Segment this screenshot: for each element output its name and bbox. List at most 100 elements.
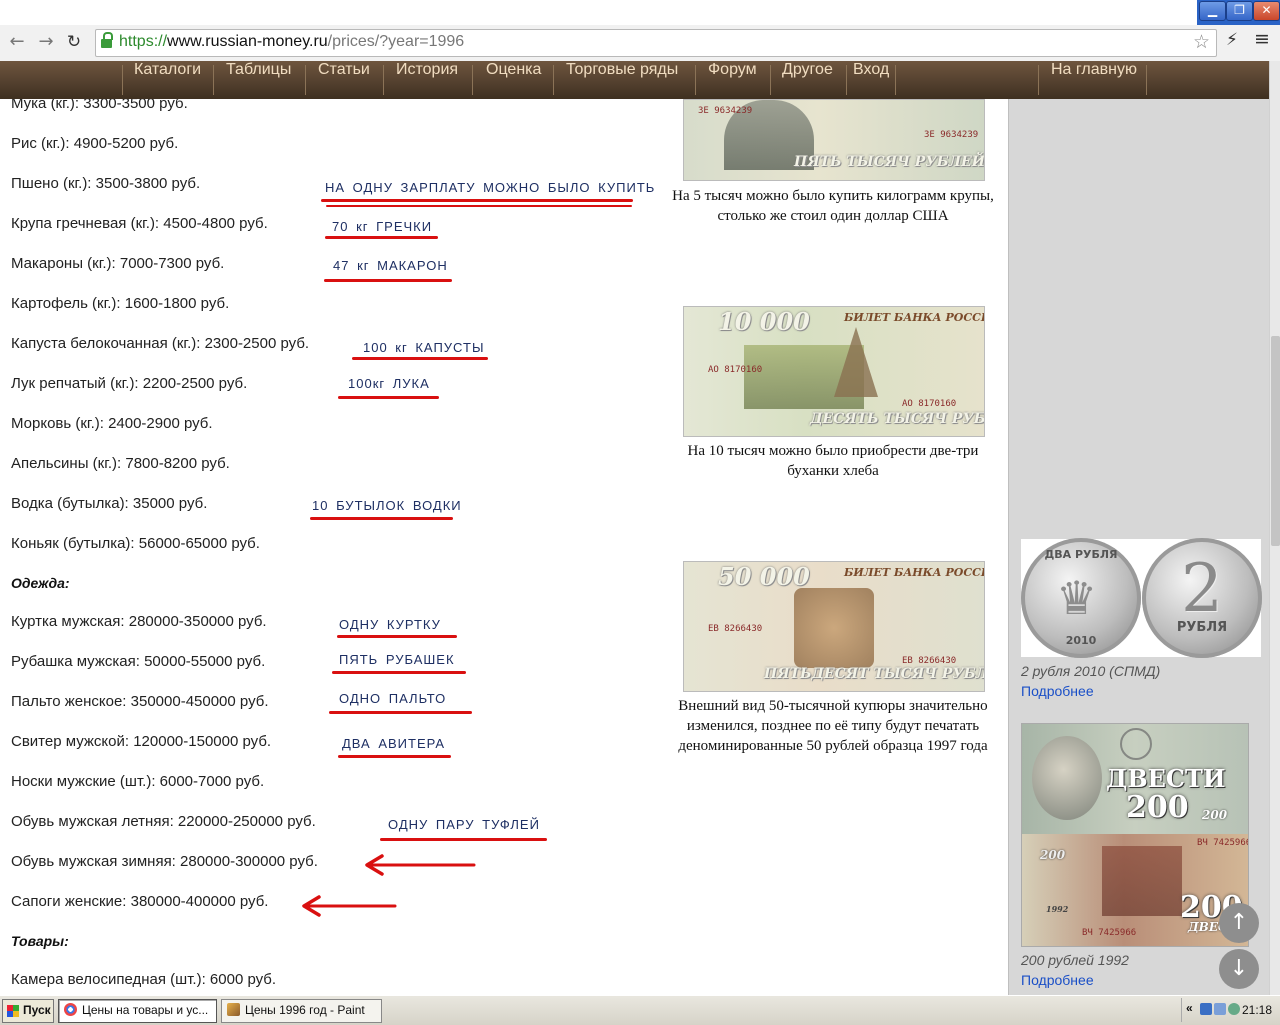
price-item: Крупа гречневая (кг.): 4500-4800 руб. (11, 215, 268, 232)
annotation-underline (332, 671, 466, 674)
back-button[interactable]: ← (6, 31, 28, 53)
banknote-200-caption: 200 рублей 1992 (1021, 952, 1129, 968)
start-button[interactable]: Пуск (2, 999, 54, 1023)
price-item: Куртка мужская: 280000-350000 руб. (11, 613, 267, 630)
annotation-text: ОДНО ПАЛЬТО (339, 691, 447, 706)
price-item: Пшено (кг.): 3500-3800 руб. (11, 175, 201, 192)
annotation-underline (329, 711, 472, 714)
nav-item-other[interactable]: Другое (782, 61, 833, 99)
close-button[interactable]: ✕ (1253, 1, 1280, 21)
nav-item-trading[interactable]: Торговые ряды (566, 61, 678, 99)
nav-item-tables[interactable]: Таблицы (226, 61, 291, 99)
network-icon[interactable] (1200, 1003, 1212, 1015)
nav-separator (305, 65, 306, 95)
nav-separator (553, 65, 554, 95)
coin-caption: 2 рубля 2010 (СПМД) (1021, 663, 1161, 679)
taskbar-item-paint[interactable]: Цены 1996 год - Paint (221, 999, 382, 1023)
clock: 21:18 (1241, 1003, 1272, 1017)
price-item: Коньяк (бутылка): 56000-65000 руб. (11, 535, 260, 552)
window-titlebar: ▁ ❐ ✕ (0, 0, 1280, 25)
update-icon[interactable] (1228, 1003, 1240, 1015)
coin-more-link[interactable]: Подробнее (1021, 683, 1094, 699)
eagle-icon: ♛ (1056, 571, 1098, 625)
price-item: Носки мужские (шт.): 6000-7000 руб. (11, 773, 265, 790)
minimize-button[interactable]: ▁ (1199, 1, 1226, 21)
annotation-underline (310, 517, 453, 520)
reload-button[interactable]: ↻ (63, 31, 85, 53)
section-heading-clothing: Одежда: (11, 575, 70, 591)
maximize-button[interactable]: ❐ (1226, 1, 1253, 21)
nav-separator (770, 65, 771, 95)
url-text[interactable]: https://www.russian-money.ru/prices/?yea… (119, 33, 464, 51)
extension-icon[interactable]: ⚡ (1226, 30, 1238, 50)
price-item: Капуста белокочанная (кг.): 2300-2500 ру… (11, 335, 310, 352)
price-item: Апельсины (кг.): 7800-8200 руб. (11, 455, 230, 472)
scroll-down-button[interactable]: ↓ (1219, 949, 1259, 989)
page-content: Мука (кг.): 3300-3500 руб. Рис (кг.): 49… (0, 99, 1008, 995)
banknote-200-image[interactable]: ДВЕСТИ 200 200 200 1992 ВЧ 7425966 ВЧ 74… (1021, 723, 1249, 947)
taskbar: Пуск Цены на товары и ус... Цены 1996 го… (0, 995, 1280, 1025)
nav-item-catalogs[interactable]: Каталоги (134, 61, 201, 99)
nav-separator (895, 65, 896, 95)
price-item: Пальто женское: 350000-450000 руб. (11, 693, 269, 710)
red-arrow-icon (302, 895, 397, 917)
browser-toolbar: ← → ↻ https://www.russian-money.ru/price… (0, 25, 1280, 62)
annotation-text: ОДНУ ПАРУ ТУФЛЕЙ (388, 817, 540, 832)
section-heading-goods: Товары: (11, 933, 69, 949)
red-arrow-icon (365, 854, 476, 876)
forward-button[interactable]: → (35, 31, 57, 53)
nav-item-home[interactable]: На главную (1051, 61, 1137, 99)
banknote-caption: На 5 тысяч можно было купить килограмм к… (672, 188, 994, 224)
price-item: Обувь мужская зимняя: 280000-300000 руб. (11, 853, 318, 870)
banknote-caption: На 10 тысяч можно было приобрести две-тр… (687, 443, 979, 479)
banknote-caption: Внешний вид 50-тысячной купюры значитель… (678, 698, 988, 754)
nav-item-login[interactable]: Вход (853, 61, 889, 99)
price-item: Свитер мужской: 120000-150000 руб. (11, 733, 272, 750)
taskbar-item-browser[interactable]: Цены на товары и ус... (58, 999, 217, 1023)
nav-item-history[interactable]: История (396, 61, 458, 99)
annotation-text: 100 кг КАПУСТЫ (363, 340, 485, 355)
annotation-underline (380, 838, 547, 841)
address-bar[interactable]: https://www.russian-money.ru/prices/?yea… (95, 29, 1217, 57)
nav-separator (472, 65, 473, 95)
nav-separator (1146, 65, 1147, 95)
annotation-text: НА ОДНУ ЗАРПЛАТУ МОЖНО БЫЛО КУПИТЬ (325, 180, 656, 195)
coin-reverse: 2 РУБЛЯ (1142, 538, 1262, 658)
annotation-text: 10 БУТЫЛОК ВОДКИ (312, 498, 462, 513)
system-tray: « 21:18 (1181, 998, 1280, 1022)
price-item: Рис (кг.): 4900-5200 руб. (11, 135, 179, 152)
price-item: Картофель (кг.): 1600-1800 руб. (11, 295, 230, 312)
nav-item-valuation[interactable]: Оценка (486, 61, 541, 99)
annotation-underline (352, 357, 488, 360)
nav-separator (213, 65, 214, 95)
tray-toggle[interactable]: « (1186, 1001, 1193, 1015)
volume-icon[interactable] (1214, 1003, 1226, 1015)
banknote-10000-image: 10 000 БИЛЕТ БАНКА РОССИИ АО 8170160 АО … (683, 306, 985, 437)
annotation-underline (337, 635, 457, 638)
paint-icon (227, 1003, 240, 1016)
annotation-underline (338, 396, 439, 399)
banknote-200-more-link[interactable]: Подробнее (1021, 972, 1094, 988)
price-item: Морковь (кг.): 2400-2900 руб. (11, 415, 213, 432)
coin-obverse: ДВА РУБЛЯ ♛ 2010 (1021, 538, 1141, 658)
nav-item-articles[interactable]: Статьи (318, 61, 370, 99)
nav-separator (695, 65, 696, 95)
page-scrollbar[interactable] (1269, 61, 1280, 995)
menu-icon[interactable]: ≡ (1254, 28, 1270, 50)
price-item: Лук репчатый (кг.): 2200-2500 руб. (11, 375, 248, 392)
annotation-underline (326, 205, 632, 207)
banknote-50000-image: 50 000 БИЛЕТ БАНКА РОССИИ ЕВ 8266430 ЕВ … (683, 561, 985, 692)
coin-image[interactable]: ДВА РУБЛЯ ♛ 2010 2 РУБЛЯ (1021, 538, 1262, 658)
price-item: Мука (кг.): 3300-3500 руб. (11, 99, 188, 112)
nav-separator (1038, 65, 1039, 95)
scrollbar-thumb[interactable] (1271, 336, 1280, 546)
annotation-underline (338, 755, 451, 758)
bookmark-star-icon[interactable]: ☆ (1193, 31, 1210, 53)
scroll-up-button[interactable]: ↑ (1219, 903, 1259, 943)
price-item: Рубашка мужская: 50000-55000 руб. (11, 653, 266, 670)
nav-item-forum[interactable]: Форум (708, 61, 757, 99)
chrome-icon (64, 1003, 77, 1016)
price-item: Камера велосипедная (шт.): 6000 руб. (11, 971, 277, 988)
annotation-underline (321, 199, 633, 202)
windows-logo-icon (7, 1005, 19, 1017)
